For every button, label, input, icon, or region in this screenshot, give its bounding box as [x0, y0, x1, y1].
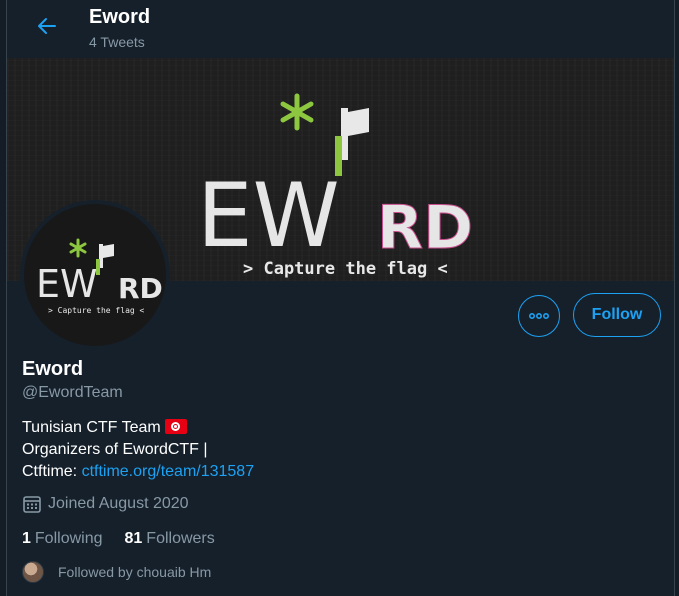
bio-text: Tunisian CTF Team: [22, 419, 161, 436]
bio-line-2: Organizers of EwordCTF |: [22, 441, 208, 458]
tweet-count: 4 Tweets: [89, 34, 145, 50]
avatar-image: EW RD > Capture the flag <: [24, 204, 166, 346]
calendar-icon: [23, 496, 41, 513]
bio-ctftime-label: Ctftime:: [22, 463, 82, 480]
profile-header: Eword 4 Tweets: [7, 0, 674, 58]
asterisk-icon: [280, 93, 314, 131]
following-label: Following: [34, 530, 103, 547]
following-stat[interactable]: 1 Following: [22, 530, 103, 548]
follower-avatar: [22, 561, 44, 583]
more-options-button[interactable]: [518, 295, 560, 337]
followers-label: Followers: [146, 530, 215, 547]
profile-handle: @EwordTeam: [22, 384, 123, 401]
follow-stats: 1 Following 81 Followers: [22, 530, 215, 548]
ctftime-link[interactable]: ctftime.org/team/131587: [82, 463, 255, 480]
banner-logo: EW RD > Capture the flag <: [197, 93, 474, 279]
back-button[interactable]: [29, 12, 65, 40]
followers-stat[interactable]: 81 Followers: [125, 530, 215, 548]
svg-text:EW: EW: [197, 164, 340, 267]
profile-name: Eword: [22, 358, 84, 380]
followers-count: 81: [124, 530, 143, 547]
svg-text:> Capture the flag <: > Capture the flag <: [243, 259, 448, 279]
profile-bio: Tunisian CTF Team Organizers of EwordCTF…: [22, 417, 254, 483]
avatar-logo: EW RD > Capture the flag <: [36, 238, 163, 315]
bio-line-3: Ctftime: ctftime.org/team/131587: [22, 461, 254, 483]
svg-text:> Capture the flag <: > Capture the flag <: [48, 306, 145, 315]
back-arrow-icon: [38, 18, 56, 34]
svg-text:RD: RD: [377, 193, 473, 263]
followed-by-text: Followed by chouaib Hm: [58, 564, 212, 580]
followed-by[interactable]: Followed by chouaib Hm: [22, 561, 211, 583]
window-right-edge: [674, 0, 679, 596]
asterisk-icon: [69, 238, 87, 258]
svg-text:RD: RD: [118, 272, 163, 305]
avatar[interactable]: EW RD > Capture the flag <: [20, 200, 170, 350]
tunisia-flag-icon: [164, 419, 187, 434]
header-title: Eword: [89, 6, 151, 28]
bio-line-1: Tunisian CTF Team: [22, 417, 254, 439]
joined-date: Joined August 2020: [22, 494, 189, 514]
follow-button[interactable]: Follow: [573, 293, 661, 337]
window-left-edge: [0, 0, 7, 596]
joined-label: Joined August 2020: [48, 495, 189, 512]
svg-text:EW: EW: [36, 262, 98, 306]
following-count: 1: [22, 530, 31, 547]
more-dots-icon: [528, 312, 550, 320]
